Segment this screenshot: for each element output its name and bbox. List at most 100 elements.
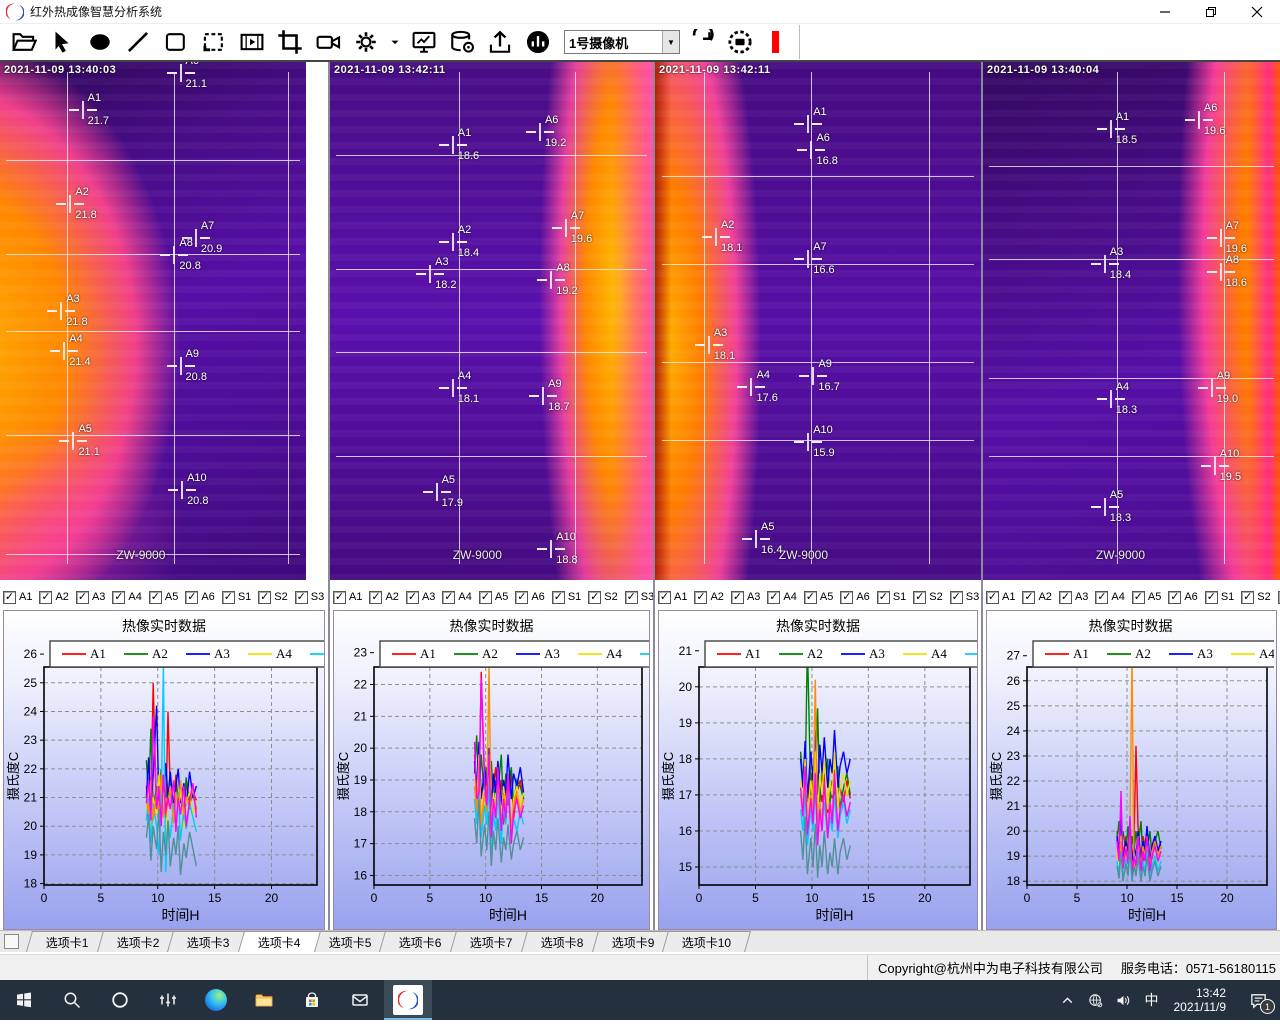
checkbox-A4[interactable]: ✓A4 xyxy=(112,591,141,604)
video-play-button[interactable] xyxy=(236,27,268,57)
checkbox-A2[interactable]: ✓A2 xyxy=(39,591,68,604)
checkbox-A3[interactable]: ✓A3 xyxy=(406,591,435,604)
restore-button[interactable] xyxy=(1188,0,1234,24)
crop-tool-button[interactable] xyxy=(274,27,306,57)
checkbox-checked-icon[interactable]: ✓ xyxy=(442,591,455,604)
camera-record-button[interactable] xyxy=(312,27,344,57)
checkbox-A1[interactable]: ✓A1 xyxy=(986,591,1015,604)
settings-gear-button[interactable] xyxy=(350,27,382,57)
start-icon[interactable] xyxy=(0,980,48,1020)
checkbox-checked-icon[interactable]: ✓ xyxy=(1168,591,1181,604)
thermal-view-2[interactable]: 2021-11-09 13:42:11 A118.6 A218.4 A318.2… xyxy=(330,62,653,580)
checkbox-checked-icon[interactable]: ✓ xyxy=(767,591,780,604)
app-zw-icon[interactable] xyxy=(384,980,432,1020)
checkbox-A1[interactable]: ✓A1 xyxy=(3,591,32,604)
store-icon[interactable] xyxy=(288,980,336,1020)
checkbox-S2[interactable]: ✓S2 xyxy=(913,591,942,604)
taskbar-clock[interactable]: 13:42 2021/11/9 xyxy=(1166,986,1237,1014)
minimize-button[interactable] xyxy=(1142,0,1188,24)
checkbox-S1[interactable]: ✓S1 xyxy=(222,591,251,604)
tab-1[interactable]: 选项卡1 xyxy=(26,931,109,952)
checkbox-checked-icon[interactable]: ✓ xyxy=(3,591,16,604)
close-button[interactable] xyxy=(1234,0,1280,24)
checkbox-checked-icon[interactable]: ✓ xyxy=(479,591,492,604)
checkbox-checked-icon[interactable]: ✓ xyxy=(39,591,52,604)
checkbox-S1[interactable]: ✓S1 xyxy=(877,591,906,604)
open-file-button[interactable] xyxy=(8,27,40,57)
checkbox-A5[interactable]: ✓A5 xyxy=(804,591,833,604)
thermal-view-1[interactable]: 2021-11-09 13:40:03 A121.7 A221.8 A321.8… xyxy=(0,62,306,580)
checkbox-checked-icon[interactable]: ✓ xyxy=(950,591,963,604)
checkbox-S1[interactable]: ✓S1 xyxy=(552,591,581,604)
region-tool-button[interactable] xyxy=(198,27,230,57)
refresh-button[interactable] xyxy=(686,27,718,57)
checkbox-checked-icon[interactable]: ✓ xyxy=(588,591,601,604)
line-tool-button[interactable] xyxy=(122,27,154,57)
checkbox-A1[interactable]: ✓A1 xyxy=(333,591,362,604)
checkbox-checked-icon[interactable]: ✓ xyxy=(913,591,926,604)
checkbox-A2[interactable]: ✓A2 xyxy=(369,591,398,604)
checkbox-A3[interactable]: ✓A3 xyxy=(76,591,105,604)
file-explorer-icon[interactable] xyxy=(240,980,288,1020)
checkbox-A4[interactable]: ✓A4 xyxy=(1095,591,1124,604)
checkbox-checked-icon[interactable]: ✓ xyxy=(625,591,638,604)
tab-scroll-box[interactable] xyxy=(4,934,19,949)
checkbox-S2[interactable]: ✓S2 xyxy=(1241,591,1270,604)
tab-10[interactable]: 选项卡10 xyxy=(662,931,751,952)
tab-4[interactable]: 选项卡4 xyxy=(238,931,321,952)
select-cursor-button[interactable] xyxy=(46,27,78,57)
checkbox-checked-icon[interactable]: ✓ xyxy=(185,591,198,604)
database-config-button[interactable] xyxy=(446,27,478,57)
checkbox-S2[interactable]: ✓S2 xyxy=(258,591,287,604)
checkbox-A5[interactable]: ✓A5 xyxy=(149,591,178,604)
camera-select-arrow-icon[interactable]: ▼ xyxy=(662,31,679,53)
checkbox-checked-icon[interactable]: ✓ xyxy=(295,591,308,604)
checkbox-checked-icon[interactable]: ✓ xyxy=(1059,591,1072,604)
checkbox-S1[interactable]: ✓S1 xyxy=(1205,591,1234,604)
checkbox-checked-icon[interactable]: ✓ xyxy=(731,591,744,604)
chart-monitor-button[interactable] xyxy=(408,27,440,57)
capture-device-button[interactable] xyxy=(724,27,756,57)
network-icon[interactable] xyxy=(1082,980,1110,1020)
checkbox-A6[interactable]: ✓A6 xyxy=(185,591,214,604)
checkbox-checked-icon[interactable]: ✓ xyxy=(112,591,125,604)
checkbox-checked-icon[interactable]: ✓ xyxy=(149,591,162,604)
checkbox-S2[interactable]: ✓S2 xyxy=(588,591,617,604)
ellipse-tool-button[interactable] xyxy=(84,27,116,57)
checkbox-checked-icon[interactable]: ✓ xyxy=(804,591,817,604)
edge-icon[interactable] xyxy=(192,980,240,1020)
checkbox-A4[interactable]: ✓A4 xyxy=(767,591,796,604)
export-upload-button[interactable] xyxy=(484,27,516,57)
checkbox-checked-icon[interactable]: ✓ xyxy=(76,591,89,604)
checkbox-checked-icon[interactable]: ✓ xyxy=(1022,591,1035,604)
checkbox-A2[interactable]: ✓A2 xyxy=(694,591,723,604)
checkbox-S3[interactable]: ✓S3 xyxy=(625,591,653,604)
ime-indicator[interactable]: 中 xyxy=(1138,980,1166,1020)
checkbox-A6[interactable]: ✓A6 xyxy=(1168,591,1197,604)
checkbox-A6[interactable]: ✓A6 xyxy=(840,591,869,604)
checkbox-A5[interactable]: ✓A5 xyxy=(479,591,508,604)
thermal-view-3[interactable]: 2021-11-09 13:42:11 A1 A616.8 A218.1 A71… xyxy=(655,62,981,580)
checkbox-checked-icon[interactable]: ✓ xyxy=(986,591,999,604)
checkbox-checked-icon[interactable]: ✓ xyxy=(333,591,346,604)
volume-icon[interactable] xyxy=(1110,980,1138,1020)
rect-tool-button[interactable] xyxy=(160,27,192,57)
tab-8[interactable]: 选项卡8 xyxy=(521,931,604,952)
checkbox-A4[interactable]: ✓A4 xyxy=(442,591,471,604)
search-icon[interactable] xyxy=(48,980,96,1020)
checkbox-A5[interactable]: ✓A5 xyxy=(1132,591,1161,604)
checkbox-checked-icon[interactable]: ✓ xyxy=(1095,591,1108,604)
checkbox-checked-icon[interactable]: ✓ xyxy=(369,591,382,604)
checkbox-A2[interactable]: ✓A2 xyxy=(1022,591,1051,604)
dropdown-arrow-button[interactable] xyxy=(388,27,402,57)
checkbox-checked-icon[interactable]: ✓ xyxy=(222,591,235,604)
checkbox-A3[interactable]: ✓A3 xyxy=(731,591,760,604)
checkbox-S3[interactable]: ✓S3 xyxy=(295,591,324,604)
checkbox-S3[interactable]: ✓S3 xyxy=(950,591,979,604)
checkbox-checked-icon[interactable]: ✓ xyxy=(552,591,565,604)
tray-chevron-icon[interactable] xyxy=(1054,980,1082,1020)
checkbox-A3[interactable]: ✓A3 xyxy=(1059,591,1088,604)
stats-chart-button[interactable] xyxy=(522,27,554,57)
checkbox-A1[interactable]: ✓A1 xyxy=(658,591,687,604)
thermal-view-4[interactable]: 2021-11-09 13:40:04 A118.5 A619.6 A318.4… xyxy=(983,62,1280,580)
